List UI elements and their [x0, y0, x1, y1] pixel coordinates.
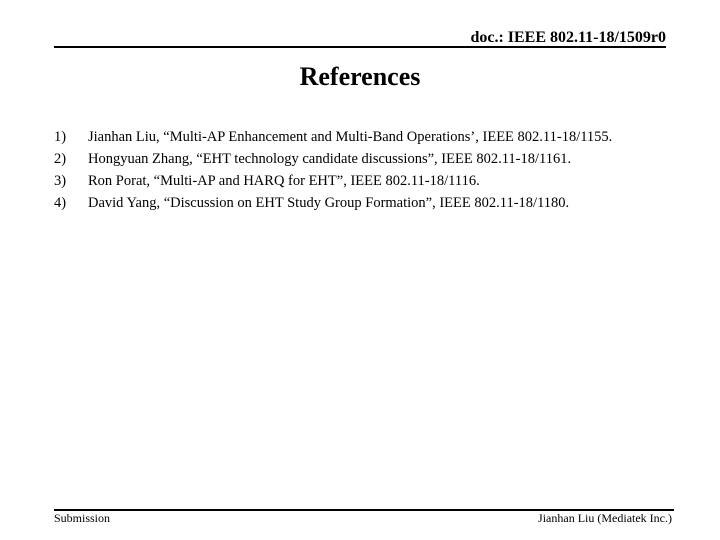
reference-item: 4) David Yang, “Discussion on EHT Study …	[54, 194, 654, 213]
reference-text: Ron Porat, “Multi-AP and HARQ for EHT”, …	[88, 173, 480, 189]
reference-number: 4)	[54, 195, 67, 211]
reference-item: 2) Hongyuan Zhang, “EHT technology candi…	[54, 150, 654, 169]
header-divider	[54, 46, 666, 48]
reference-number: 3)	[54, 173, 67, 189]
footer-submission: Submission	[54, 511, 111, 525]
reference-text: Jianhan Liu, “Multi-AP Enhancement and M…	[88, 129, 613, 145]
footer-author: Jianhan Liu (Mediatek Inc.)	[538, 511, 672, 525]
reference-number: 1)	[54, 129, 67, 145]
reference-number: 2)	[54, 151, 67, 167]
reference-list: 1) Jianhan Liu, “Multi-AP Enhancement an…	[54, 128, 654, 216]
reference-item: 3) Ron Porat, “Multi-AP and HARQ for EHT…	[54, 172, 654, 191]
document-id: doc.: IEEE 802.11-18/1509r0	[470, 29, 666, 46]
reference-item: 1) Jianhan Liu, “Multi-AP Enhancement an…	[54, 128, 654, 147]
slide-title: References	[299, 62, 421, 91]
reference-text: David Yang, “Discussion on EHT Study Gro…	[88, 195, 570, 211]
reference-text: Hongyuan Zhang, “EHT technology candidat…	[88, 151, 572, 167]
